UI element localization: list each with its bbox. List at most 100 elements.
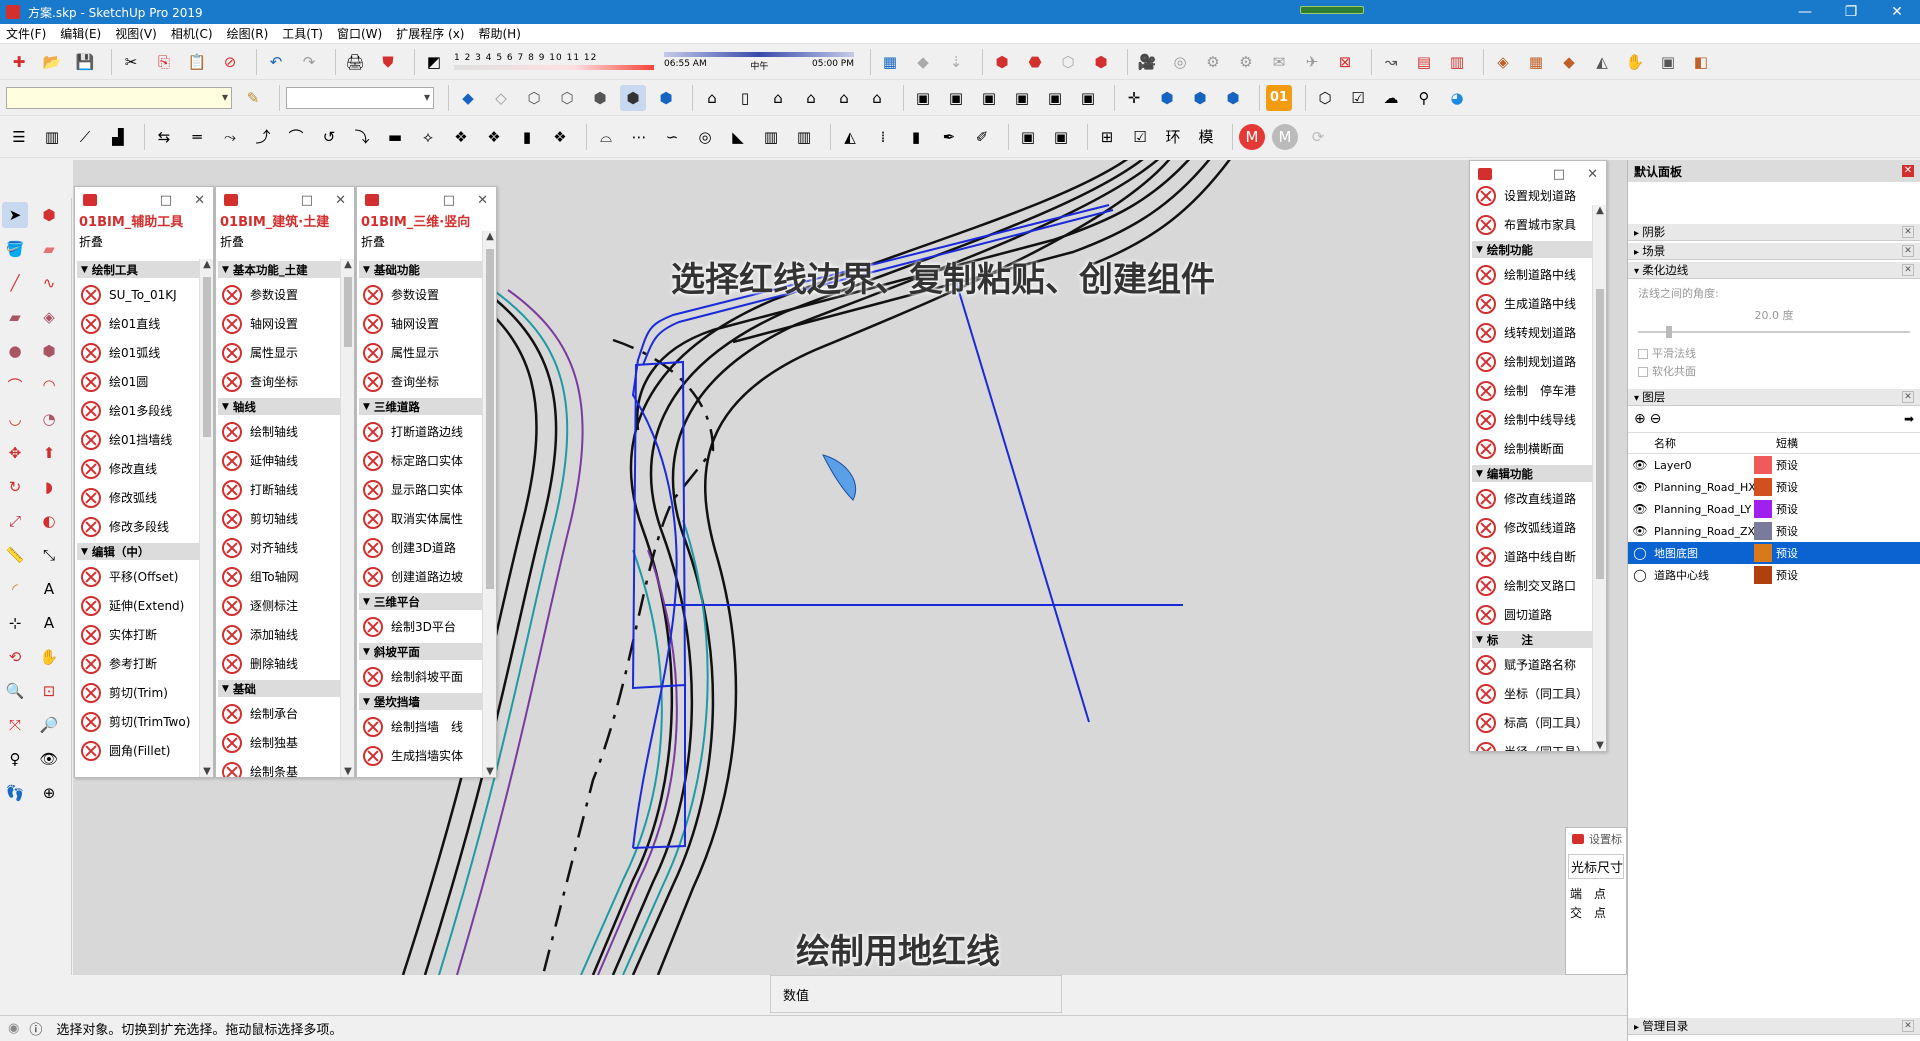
layer-name[interactable]: 地图底图 bbox=[1652, 545, 1754, 561]
arc-icon[interactable]: ⌒ bbox=[2, 372, 28, 398]
checkbox-tool-icon[interactable]: ☑ bbox=[1345, 85, 1371, 111]
plugin-01-badge[interactable]: 01 bbox=[1266, 84, 1292, 111]
panel-command-item[interactable]: 修改多段线 bbox=[77, 512, 199, 541]
layer-name[interactable]: Layer0 bbox=[1652, 459, 1754, 472]
panel-section-header[interactable]: 编辑功能 bbox=[1472, 465, 1592, 482]
print-icon[interactable]: 🖨 bbox=[342, 49, 368, 75]
warehouse-icon[interactable]: ⬢ bbox=[989, 49, 1015, 75]
panel-section-header[interactable]: 绘制功能 bbox=[1472, 241, 1592, 258]
open-folder-icon[interactable]: 📂 bbox=[39, 49, 65, 75]
panel-command-item[interactable]: 绘01挡墙线 bbox=[77, 425, 199, 454]
camera-position-icon[interactable]: 🎥 bbox=[1134, 49, 1160, 75]
menu-tools[interactable]: 工具(T) bbox=[282, 25, 323, 42]
panel-command-item[interactable]: 绘制道路中线 bbox=[1472, 260, 1592, 289]
menu-extensions[interactable]: 扩展程序 (x) bbox=[396, 25, 464, 42]
panel-command-item[interactable]: 轴网设置 bbox=[218, 309, 340, 338]
curve-tool-icon[interactable]: ∽ bbox=[659, 124, 685, 150]
panel-close-icon[interactable]: ✕ bbox=[1587, 167, 1598, 182]
wireframe-icon[interactable]: ⬡ bbox=[521, 85, 547, 111]
m-red-icon[interactable]: M bbox=[1239, 123, 1265, 150]
panel-scrollbar[interactable]: ▲ ▼ bbox=[1592, 205, 1606, 751]
soften-coplanar-checkbox[interactable] bbox=[1638, 367, 1648, 377]
look-around-tool-icon[interactable]: 👁 bbox=[36, 746, 62, 772]
visible-eye-icon[interactable]: 👁 bbox=[1628, 480, 1652, 494]
menu-window[interactable]: 窗口(W) bbox=[337, 25, 382, 42]
layer-style[interactable]: 预设 bbox=[1776, 545, 1798, 561]
panel-command-item[interactable]: 绘制规划道路 bbox=[1472, 347, 1592, 376]
close-tools-icon[interactable]: ⊠ bbox=[1332, 49, 1358, 75]
panel-command-item[interactable]: 绘制3D平台 bbox=[359, 612, 482, 641]
soften-angle-slider[interactable] bbox=[1638, 326, 1910, 338]
sandbox-stamp-icon[interactable]: ▤ bbox=[1411, 49, 1437, 75]
route-tool-10-icon[interactable]: ❖ bbox=[448, 124, 474, 150]
erase-icon[interactable]: ⊘ bbox=[217, 49, 243, 75]
top-view-icon[interactable]: ▯ bbox=[732, 85, 758, 111]
layer-color-swatch[interactable] bbox=[1754, 478, 1772, 496]
shadow-time-slider[interactable]: 06:55 AM 中午 05:00 PM bbox=[664, 51, 854, 72]
layer-name-column[interactable]: 名称 bbox=[1652, 435, 1754, 451]
panel-command-item[interactable]: 绘01多段线 bbox=[77, 396, 199, 425]
fence-tool-icon[interactable]: ▥ bbox=[758, 124, 784, 150]
layer-color-swatch[interactable] bbox=[1754, 500, 1772, 518]
toggle-terrain-icon[interactable]: ⇣ bbox=[943, 49, 969, 75]
link-icon[interactable]: ⚲ bbox=[1411, 85, 1437, 111]
position-camera-icon[interactable]: ♀ bbox=[2, 746, 28, 772]
axes-tool-icon[interactable]: ⊹ bbox=[2, 610, 28, 636]
panel-section-header[interactable]: 三维道路 bbox=[359, 398, 482, 415]
intersect-icon[interactable]: ▣ bbox=[943, 85, 969, 111]
maximize-button[interactable]: ❐ bbox=[1828, 0, 1874, 24]
route-tool-5-icon[interactable]: ⌒ bbox=[283, 124, 309, 150]
paste-icon[interactable]: 📋 bbox=[184, 49, 210, 75]
redo-icon[interactable]: ↷ bbox=[296, 49, 322, 75]
eraser-icon[interactable]: ▰ bbox=[36, 236, 62, 262]
panel-command-item[interactable]: 绘制轴线 bbox=[218, 417, 340, 446]
ring-char-icon[interactable]: 环 bbox=[1160, 124, 1186, 150]
panel-scrollbar[interactable]: ▲ ▼ bbox=[340, 259, 354, 777]
panel-command-item[interactable]: 修改直线 bbox=[77, 454, 199, 483]
tray-section-shadows[interactable]: 阴影✕ bbox=[1628, 224, 1920, 241]
zoom-window-icon[interactable]: ⊡ bbox=[36, 678, 62, 704]
front-view-icon[interactable]: ⌂ bbox=[765, 85, 791, 111]
axes-icon[interactable]: ✛ bbox=[1121, 85, 1147, 111]
panel-command-item[interactable]: 绘制中线导线 bbox=[1472, 405, 1592, 434]
hidden-eye-icon[interactable]: ◯ bbox=[1628, 546, 1652, 560]
layer-color-swatch[interactable] bbox=[1754, 522, 1772, 540]
frame-tool-1-icon[interactable]: ▣ bbox=[1015, 124, 1041, 150]
3d-text-icon[interactable]: A bbox=[36, 610, 62, 636]
info-icon[interactable]: ⓘ bbox=[29, 1019, 42, 1038]
sandbox-add-detail-icon[interactable]: ◆ bbox=[1556, 49, 1582, 75]
route-tool-7-icon[interactable]: ⤵ bbox=[349, 124, 375, 150]
panel-command-item[interactable]: 修改弧线 bbox=[77, 483, 199, 512]
three-point-arc-icon[interactable]: ◡ bbox=[2, 406, 28, 432]
panel-command-item[interactable]: 生成道路中线 bbox=[1472, 289, 1592, 318]
layer-style[interactable]: 预设 bbox=[1776, 523, 1798, 539]
panel-command-item[interactable]: 添加轴线 bbox=[218, 620, 340, 649]
sandbox-drape-icon[interactable]: ▥ bbox=[1444, 49, 1470, 75]
panel-command-item[interactable]: 参数设置 bbox=[218, 280, 340, 309]
orbit-icon[interactable]: ⟲ bbox=[2, 644, 28, 670]
pen-tool-icon[interactable]: ✒ bbox=[936, 124, 962, 150]
layer-name[interactable]: 道路中心线 bbox=[1652, 567, 1754, 583]
circle-icon[interactable]: ● bbox=[2, 338, 28, 364]
panel-command-item[interactable]: 逐侧标注 bbox=[218, 591, 340, 620]
visible-eye-icon[interactable]: 👁 bbox=[1628, 524, 1652, 538]
arch-tool-icon[interactable]: ⌓ bbox=[593, 124, 619, 150]
column-tool-icon[interactable]: ▥ bbox=[791, 124, 817, 150]
panel-command-item[interactable]: 修改直线道路 bbox=[1472, 484, 1592, 513]
section-display-icon[interactable]: ⬢ bbox=[1220, 85, 1246, 111]
panel-command-item[interactable]: 绘制承台 bbox=[218, 699, 340, 728]
close-button[interactable]: ✕ bbox=[1874, 0, 1920, 24]
panel-command-item[interactable]: 延伸轴线 bbox=[218, 446, 340, 475]
layer-row[interactable]: ◯ 地图底图 预设 bbox=[1628, 542, 1920, 564]
route-tool-6-icon[interactable]: ↺ bbox=[316, 124, 342, 150]
stairs-icon[interactable]: ☰ bbox=[6, 124, 32, 150]
layer-name[interactable]: Planning_Road_LY bbox=[1652, 503, 1754, 516]
panel-command-item[interactable]: 属性显示 bbox=[218, 338, 340, 367]
panel-command-item[interactable]: 标高（同工具） bbox=[1472, 708, 1592, 737]
sandbox-smoove-icon[interactable]: ↝ bbox=[1378, 49, 1404, 75]
select-tool-icon[interactable]: ➤ bbox=[2, 202, 28, 228]
layer-name[interactable]: Planning_Road_ZX bbox=[1652, 525, 1755, 538]
share-component-icon[interactable]: ⬡ bbox=[1055, 49, 1081, 75]
geo-status-icon[interactable]: ◉ bbox=[8, 1021, 19, 1036]
panel-command-item[interactable]: 绘制斜坡平面 bbox=[359, 662, 482, 691]
